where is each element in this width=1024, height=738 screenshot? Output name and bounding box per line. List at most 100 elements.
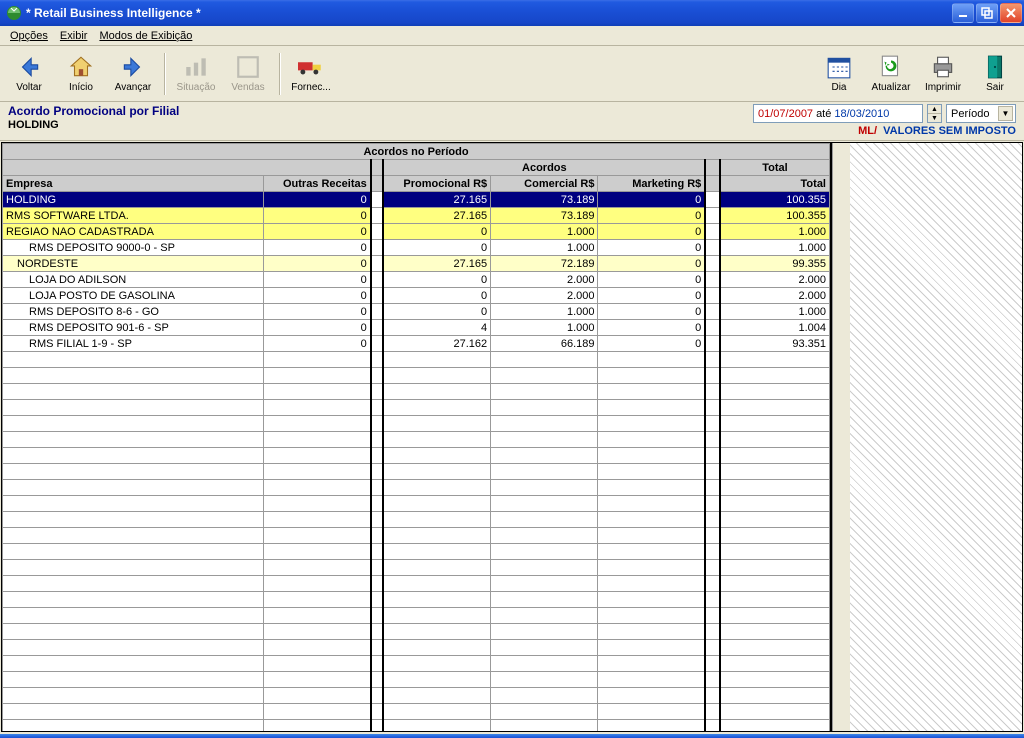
home-button[interactable]: Início — [58, 51, 104, 97]
data-table[interactable]: Acordos no Período Acordos Total Empresa… — [2, 143, 830, 731]
table-row-empty — [3, 544, 830, 560]
forward-button[interactable]: Avançar — [110, 51, 156, 97]
table-row[interactable]: LOJA DO ADILSON002.00002.000 — [3, 272, 830, 288]
refresh-icon — [878, 54, 904, 80]
table-row-empty — [3, 624, 830, 640]
cell-comercial: 1.000 — [491, 224, 598, 240]
cell-total: 1.000 — [720, 304, 829, 320]
group-acordos: Acordos — [383, 160, 705, 176]
cell-outras: 0 — [263, 208, 370, 224]
printer-icon — [930, 54, 956, 80]
table-row-empty — [3, 464, 830, 480]
cell-empresa: LOJA DO ADILSON — [3, 272, 264, 288]
col-comercial[interactable]: Comercial R$ — [491, 176, 598, 192]
truck-icon — [298, 54, 324, 80]
col-promo[interactable]: Promocional R$ — [383, 176, 490, 192]
cell-outras: 0 — [263, 256, 370, 272]
table-row-empty — [3, 576, 830, 592]
date-range-field[interactable]: 01/07/2007 até 18/03/2010 — [753, 104, 923, 123]
col-total[interactable]: Total — [720, 176, 829, 192]
cell-marketing: 0 — [598, 208, 705, 224]
menu-opcoes[interactable]: Opções — [4, 28, 54, 44]
cell-comercial: 1.000 — [491, 240, 598, 256]
vendas-button[interactable]: Vendas — [225, 51, 271, 97]
cell-promo: 27.165 — [383, 208, 490, 224]
cell-marketing: 0 — [598, 336, 705, 352]
table-row-empty — [3, 368, 830, 384]
cell-empresa: REGIAO NAO CADASTRADA — [3, 224, 264, 240]
cell-total: 2.000 — [720, 288, 829, 304]
cell-marketing: 0 — [598, 320, 705, 336]
table-row[interactable]: HOLDING027.16573.1890100.355 — [3, 192, 830, 208]
col-empresa[interactable]: Empresa — [3, 176, 264, 192]
atualizar-button[interactable]: Atualizar — [868, 51, 914, 97]
cell-promo: 0 — [383, 272, 490, 288]
table-row[interactable]: RMS DEPOSITO 9000-0 - SP001.00001.000 — [3, 240, 830, 256]
fornecedores-button[interactable]: Fornec... — [288, 51, 334, 97]
imprimir-button[interactable]: Imprimir — [920, 51, 966, 97]
maximize-button[interactable] — [976, 3, 998, 23]
col-outras[interactable]: Outras Receitas — [263, 176, 370, 192]
grid-super-title: Acordos no Período — [3, 144, 830, 160]
chevron-down-icon: ▼ — [998, 106, 1013, 121]
minimize-button[interactable] — [952, 3, 974, 23]
arrow-left-icon — [16, 54, 42, 80]
cell-outras: 0 — [263, 272, 370, 288]
table-row[interactable]: NORDESTE027.16572.189099.355 — [3, 256, 830, 272]
cell-marketing: 0 — [598, 272, 705, 288]
cell-marketing: 0 — [598, 256, 705, 272]
report-title: Acordo Promocional por Filial — [8, 104, 179, 118]
spin-up-icon[interactable]: ▲ — [928, 105, 941, 114]
table-row-empty — [3, 448, 830, 464]
cell-promo: 0 — [383, 224, 490, 240]
date-spinner[interactable]: ▲▼ — [927, 104, 942, 123]
cell-comercial: 2.000 — [491, 272, 598, 288]
unused-area — [850, 143, 1022, 731]
cell-comercial: 2.000 — [491, 288, 598, 304]
arrow-right-icon — [120, 54, 146, 80]
period-dropdown[interactable]: Período ▼ — [946, 104, 1016, 123]
cell-comercial: 66.189 — [491, 336, 598, 352]
col-marketing[interactable]: Marketing R$ — [598, 176, 705, 192]
cell-outras: 0 — [263, 288, 370, 304]
cell-total: 2.000 — [720, 272, 829, 288]
menu-modos[interactable]: Modos de Exibição — [93, 28, 198, 44]
cell-empresa: RMS SOFTWARE LTDA. — [3, 208, 264, 224]
table-row[interactable]: RMS SOFTWARE LTDA.027.16573.1890100.355 — [3, 208, 830, 224]
cell-comercial: 72.189 — [491, 256, 598, 272]
cell-promo: 0 — [383, 240, 490, 256]
cell-promo: 0 — [383, 304, 490, 320]
cell-comercial: 73.189 — [491, 192, 598, 208]
table-row[interactable]: RMS FILIAL 1-9 - SP027.16266.189093.351 — [3, 336, 830, 352]
cell-promo: 0 — [383, 288, 490, 304]
table-row-empty — [3, 384, 830, 400]
dia-button[interactable]: Dia — [816, 51, 862, 97]
table-row-empty — [3, 528, 830, 544]
table-row[interactable]: LOJA POSTO DE GASOLINA002.00002.000 — [3, 288, 830, 304]
spin-down-icon[interactable]: ▼ — [928, 114, 941, 122]
table-row-empty — [3, 608, 830, 624]
cell-total: 1.000 — [720, 240, 829, 256]
table-row-empty — [3, 480, 830, 496]
menu-exibir[interactable]: Exibir — [54, 28, 94, 44]
cell-promo: 27.165 — [383, 256, 490, 272]
sair-button[interactable]: Sair — [972, 51, 1018, 97]
cell-total: 100.355 — [720, 192, 829, 208]
close-button[interactable] — [1000, 3, 1022, 23]
vertical-scrollbar[interactable] — [832, 143, 850, 731]
table-row-empty — [3, 512, 830, 528]
table-row-empty — [3, 400, 830, 416]
table-row[interactable]: REGIAO NAO CADASTRADA001.00001.000 — [3, 224, 830, 240]
back-button[interactable]: Voltar — [6, 51, 52, 97]
table-row[interactable]: RMS DEPOSITO 901-6 - SP041.00001.004 — [3, 320, 830, 336]
cell-outras: 0 — [263, 224, 370, 240]
table-row-empty — [3, 496, 830, 512]
cell-total: 1.000 — [720, 224, 829, 240]
cell-marketing: 0 — [598, 304, 705, 320]
cell-total: 93.351 — [720, 336, 829, 352]
cell-comercial: 1.000 — [491, 320, 598, 336]
situacao-button[interactable]: Situação — [173, 51, 219, 97]
cell-marketing: 0 — [598, 224, 705, 240]
chart-icon — [183, 54, 209, 80]
table-row[interactable]: RMS DEPOSITO 8-6 - GO001.00001.000 — [3, 304, 830, 320]
